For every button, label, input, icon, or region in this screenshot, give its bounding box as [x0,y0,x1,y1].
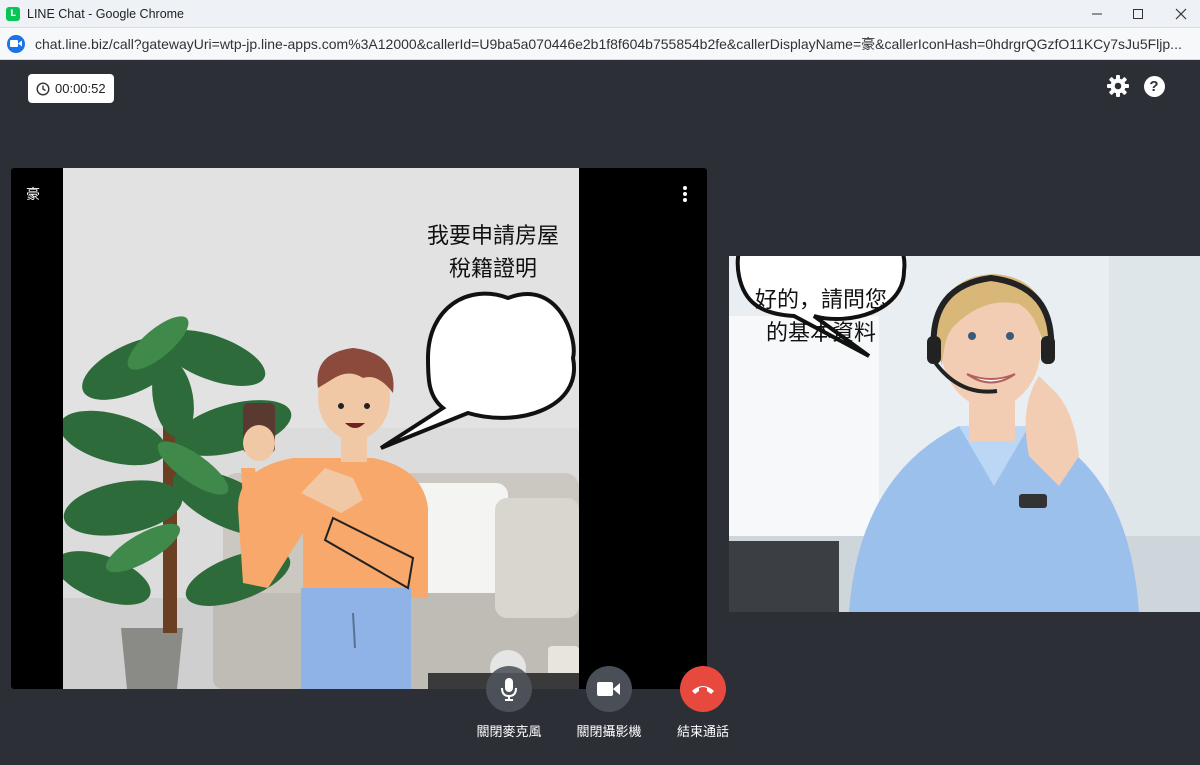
phone-hangup-icon [692,686,714,694]
mute-microphone-button[interactable]: 關閉麥克風 [464,666,554,740]
agent-speech-text: 好的，請問您的基本資料 [754,288,887,346]
close-button[interactable] [1158,0,1200,28]
minimize-icon [1092,13,1102,15]
call-screen: 00:00:52 ? 豪 我要申請房屋稅籍證明 好的，請問您的基本資料 關閉麥克… [0,60,1200,765]
settings-button[interactable] [1106,74,1130,98]
more-vertical-icon[interactable] [679,184,691,204]
call-timer: 00:00:52 [28,74,114,103]
window-title: LINE Chat - Google Chrome [27,6,185,21]
microphone-icon [501,678,517,701]
minimize-button[interactable] [1074,0,1120,28]
end-call-button[interactable]: 結束通話 [658,666,748,740]
clock-icon [36,81,50,96]
mute-microphone-label: 關閉麥克風 [476,725,542,740]
microphone-circle [486,666,532,712]
video-camera-site-icon [7,34,25,53]
help-button[interactable]: ? [1142,74,1166,98]
maximize-button[interactable] [1115,0,1161,28]
turn-off-camera-label: 關閉攝影機 [576,725,642,740]
help-icon: ? [1143,75,1165,97]
turn-off-camera-button[interactable]: 關閉攝影機 [564,666,654,740]
close-icon [1175,8,1187,20]
address-bar[interactable]: chat.line.biz/call?gatewayUri=wtp-jp.lin… [0,28,1200,60]
caller-video-tile[interactable]: 豪 [11,168,707,689]
line-app-icon: L [6,6,20,21]
maximize-icon [1133,9,1143,19]
caller-name-label: 豪 [26,187,40,203]
url-text[interactable]: chat.line.biz/call?gatewayUri=wtp-jp.lin… [35,34,1190,54]
camera-circle [586,666,632,712]
gear-icon [1107,75,1129,97]
window-title-bar: L LINE Chat - Google Chrome [0,0,1200,28]
video-camera-icon [597,682,620,696]
end-call-circle [680,666,726,712]
end-call-label: 結束通話 [676,725,729,740]
caller-speech-text: 我要申請房屋稅籍證明 [426,224,559,282]
timer-text: 00:00:52 [55,81,106,96]
